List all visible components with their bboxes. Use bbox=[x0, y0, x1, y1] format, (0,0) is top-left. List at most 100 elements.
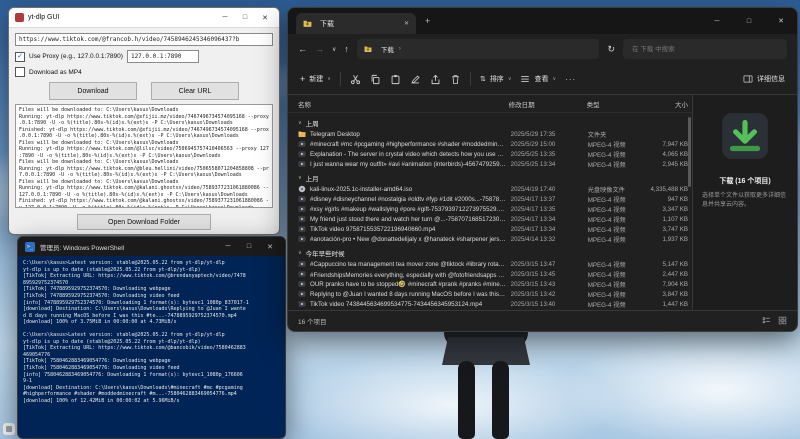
file-name: #Cappuccino tea management tea mover zon… bbox=[310, 261, 511, 268]
file-name: Explanation - The server in crystal vide… bbox=[310, 151, 511, 158]
column-date-modified[interactable]: 修改日期 bbox=[509, 99, 587, 109]
new-button[interactable]: + 新建 ∨ bbox=[300, 74, 331, 84]
delete-button[interactable] bbox=[450, 74, 461, 85]
address-bar[interactable]: 下载 › bbox=[357, 39, 600, 59]
minimize-button[interactable]: ─ bbox=[701, 8, 733, 34]
paste-button[interactable] bbox=[390, 74, 401, 85]
group-header[interactable]: ∨上周 bbox=[298, 116, 692, 129]
recent-locations-icon[interactable]: ∨ bbox=[332, 46, 336, 53]
download-log[interactable]: Files will be downloaded to: C:\Users\ka… bbox=[15, 104, 273, 208]
close-button[interactable]: ✕ bbox=[765, 8, 797, 34]
powershell-output[interactable]: C:\Users\kasus>Latest version: stable@20… bbox=[18, 256, 285, 438]
terminal-line: Running: yt-dlp https://www.tiktok.com/@… bbox=[19, 185, 269, 192]
file-row[interactable]: #disney #disneychannel #nostalgia #oldtv… bbox=[298, 194, 692, 204]
minimize-button[interactable]: ─ bbox=[217, 14, 233, 21]
file-date-modified: 2025/4/19 17:40 bbox=[511, 186, 588, 193]
url-input[interactable] bbox=[15, 33, 273, 46]
file-row[interactable]: #FriendshipsMemories everything, especia… bbox=[298, 269, 692, 279]
sort-button[interactable]: ⇅ 排序 ∨ bbox=[480, 74, 512, 84]
video-icon bbox=[298, 140, 310, 148]
terminal-line: C:\Users\kasus>Latest version: stable@20… bbox=[23, 332, 280, 339]
powershell-window: >_ 管理员: Windows PowerShell ─ □ ✕ C:\User… bbox=[17, 236, 286, 439]
close-button[interactable]: ✕ bbox=[262, 243, 278, 251]
video-icon bbox=[298, 260, 310, 268]
share-button[interactable] bbox=[430, 74, 441, 85]
file-row[interactable]: #Cappuccino tea management tea mover zon… bbox=[298, 259, 692, 269]
open-download-folder-button[interactable]: Open Download Folder bbox=[77, 214, 211, 230]
maximize-button[interactable]: □ bbox=[241, 243, 257, 250]
close-button[interactable]: ✕ bbox=[257, 14, 273, 22]
file-row[interactable]: #xsy #girls #makeup #wallslying #pore #g… bbox=[298, 204, 692, 214]
column-size[interactable]: 大小 bbox=[645, 99, 692, 109]
search-input[interactable] bbox=[630, 45, 780, 54]
file-row[interactable]: TikTok video 7438445634699534775-7434456… bbox=[298, 299, 692, 309]
file-type: WEBM 视频 bbox=[588, 310, 646, 311]
terminal-line: 7.0.0.1:7890 -U -o %(title).80s-%(id)s.%… bbox=[19, 172, 269, 179]
terminal-line: 9-1 bbox=[23, 378, 280, 385]
new-button-label: 新建 bbox=[309, 74, 323, 84]
file-date-modified: 2025/4/17 13:35 bbox=[511, 206, 588, 213]
powershell-titlebar[interactable]: >_ 管理员: Windows PowerShell ─ □ ✕ bbox=[18, 237, 285, 256]
view-button[interactable]: 查看 ∨ bbox=[520, 74, 556, 84]
explorer-tabbar[interactable]: 下载 ✕ + ─ □ ✕ bbox=[288, 8, 797, 34]
more-options-button[interactable]: ··· bbox=[565, 75, 576, 84]
toolbar-divider bbox=[340, 72, 341, 86]
column-name[interactable]: 名称 bbox=[298, 99, 509, 109]
file-row[interactable]: My friend just stood there and watch her… bbox=[298, 214, 692, 224]
ytdlp-titlebar[interactable]: yt-dlp GUI ─ □ ✕ bbox=[9, 8, 279, 28]
clear-url-button[interactable]: Clear URL bbox=[151, 82, 239, 100]
file-row[interactable]: OUR pranks have to be stopped🤣 #minecraf… bbox=[298, 279, 692, 289]
file-row[interactable]: #minecraft #mc #pcgaming #highperformanc… bbox=[298, 139, 692, 149]
chevron-right-icon: › bbox=[399, 46, 401, 52]
thumbnail-view-toggle-icon[interactable] bbox=[778, 316, 787, 327]
file-row[interactable]: Explanation - The server in crystal vide… bbox=[298, 149, 692, 159]
download-mp4-checkbox[interactable] bbox=[15, 67, 25, 77]
ytdlp-body: ✓ Use Proxy (e.g., 127.0.0.1:7890) Downl… bbox=[9, 28, 279, 234]
proxy-input[interactable] bbox=[127, 50, 199, 63]
refresh-icon[interactable]: ↻ bbox=[607, 44, 615, 55]
file-row[interactable]: I just wanna wear my outfit» #avi #anima… bbox=[298, 159, 692, 169]
maximize-button[interactable]: □ bbox=[733, 8, 765, 34]
details-pane-toggle[interactable]: 详细信息 bbox=[743, 74, 785, 84]
terminal-line: [info] 7580462883469054776: Downloading … bbox=[23, 372, 280, 379]
explorer-toolbar: + 新建 ∨ ⇅ 排序 ∨ 查看 ∨ ··· bbox=[288, 64, 797, 95]
rename-button[interactable] bbox=[410, 74, 421, 85]
back-icon[interactable]: ← bbox=[298, 44, 307, 54]
terminal-line: [TikTok] 7478895929752374570: Downloadin… bbox=[23, 286, 280, 293]
file-row[interactable]: #anotación-pro • New @donattedelijaly x … bbox=[298, 234, 692, 244]
maximize-button[interactable]: □ bbox=[237, 14, 253, 21]
file-row[interactable]: Telegram Desktop2025/5/29 17:35文件夹 bbox=[298, 129, 692, 139]
tab-close-icon[interactable]: ✕ bbox=[404, 20, 409, 27]
up-icon[interactable]: ↑ bbox=[344, 44, 349, 54]
video-icon bbox=[298, 225, 310, 233]
file-name: Telegram Desktop bbox=[310, 131, 511, 138]
tab-downloads[interactable]: 下载 ✕ bbox=[296, 13, 416, 34]
file-row[interactable]: kali-linux-2025.1c-installer-amd64.iso20… bbox=[298, 184, 692, 194]
cut-button[interactable] bbox=[350, 74, 361, 85]
details-view-toggle-icon[interactable] bbox=[762, 316, 771, 327]
breadcrumb[interactable]: 下载 bbox=[381, 44, 394, 54]
file-row[interactable]: TikTok video 9758715535722196940660.mp42… bbox=[298, 224, 692, 234]
file-type: MPEG-4 视频 bbox=[588, 300, 646, 309]
group-header[interactable]: ∨上月 bbox=[298, 171, 692, 184]
new-tab-button[interactable]: + bbox=[425, 16, 430, 26]
scrollbar[interactable] bbox=[688, 117, 691, 187]
file-date-modified: 2025/3/15 13:42 bbox=[511, 291, 588, 298]
download-button[interactable]: Download bbox=[49, 82, 137, 100]
file-name: Replying to @Juan I wanted 8 days runnin… bbox=[310, 291, 511, 298]
file-name: OUR pranks have to be stopped🤣 #minecraf… bbox=[310, 280, 511, 288]
use-proxy-checkbox[interactable]: ✓ bbox=[15, 52, 25, 62]
search-box[interactable] bbox=[623, 39, 787, 59]
file-row[interactable]: Replying to @Juan I wanted 8 days runnin… bbox=[298, 289, 692, 299]
group-header[interactable]: ∨今年早些时候 bbox=[298, 246, 692, 259]
terminal-line: [TikTok] 7580462883469054776: Downloadin… bbox=[23, 365, 280, 372]
chevron-down-icon: ∨ bbox=[298, 120, 302, 126]
copy-button[interactable] bbox=[370, 74, 381, 85]
minimize-button[interactable]: ─ bbox=[220, 243, 236, 250]
file-row[interactable]: You'll Wish You Knew About This Windows … bbox=[298, 309, 692, 310]
column-type[interactable]: 类型 bbox=[587, 99, 646, 109]
forward-icon[interactable]: → bbox=[315, 44, 324, 54]
chevron-down-icon: ∨ bbox=[298, 175, 302, 181]
file-date-modified: 2025/3/15 13:47 bbox=[511, 261, 588, 268]
character-leg bbox=[458, 361, 475, 439]
